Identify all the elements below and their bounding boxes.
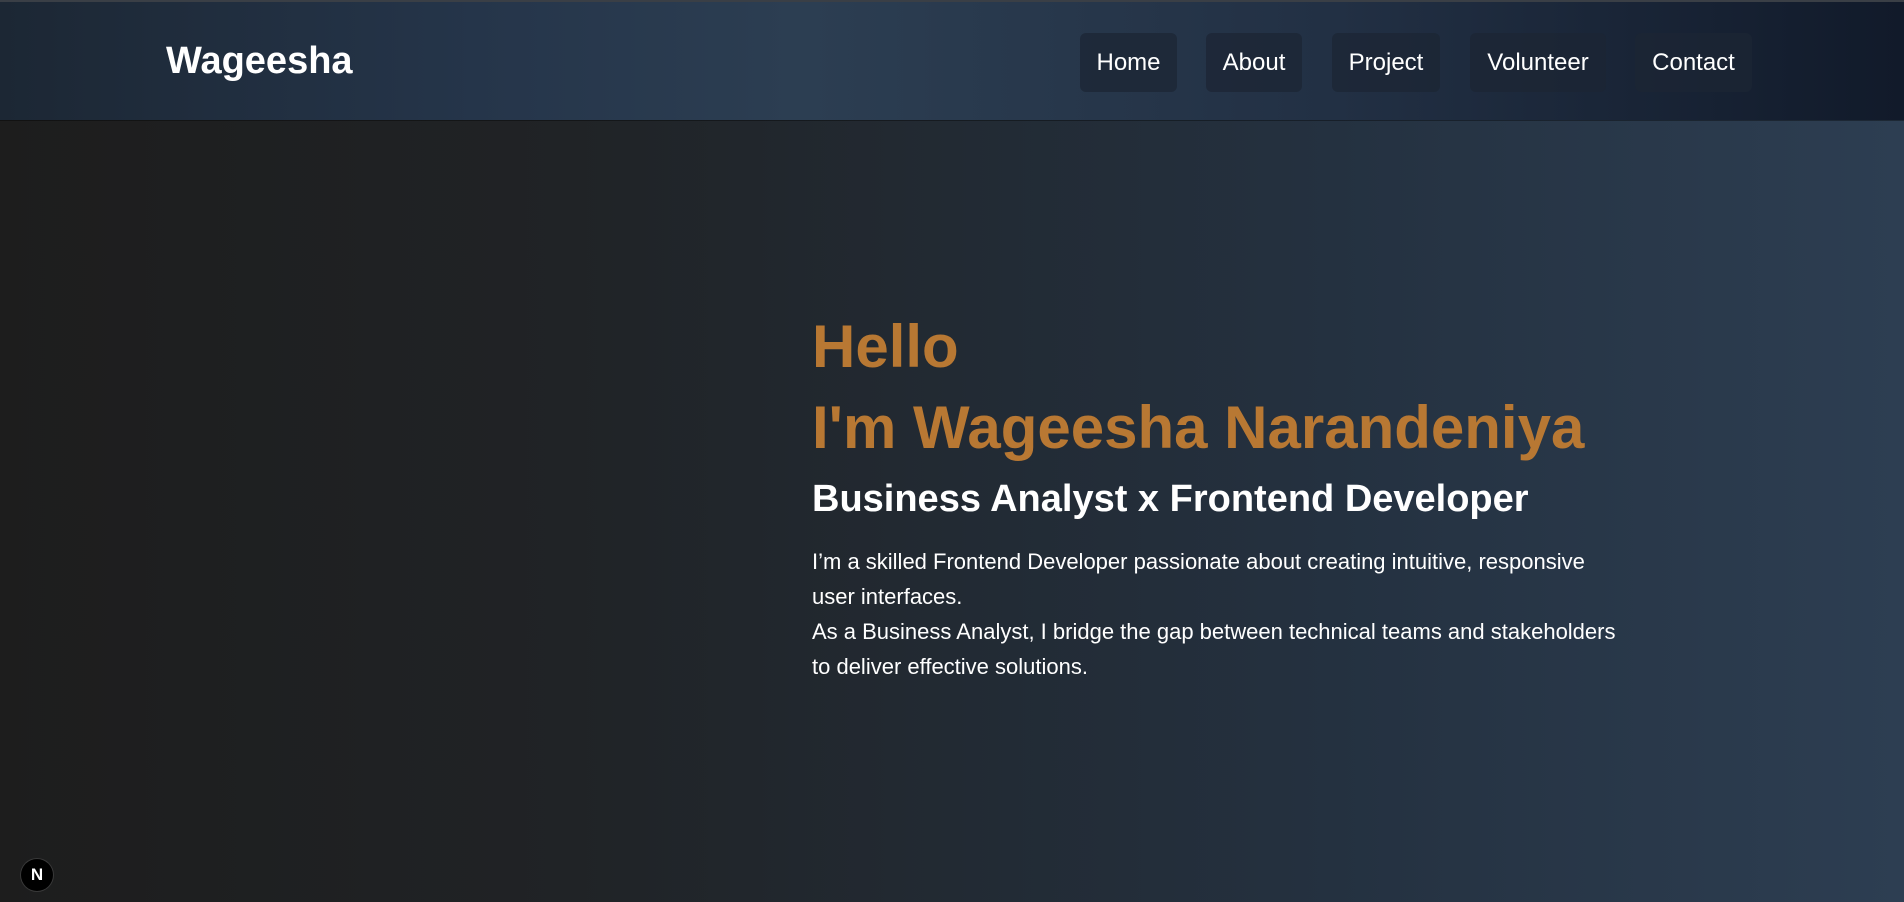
navbar: Wageesha Home About Project Volunteer Co… (0, 2, 1904, 120)
hero-description-line: As a Business Analyst, I bridge the gap … (812, 619, 1616, 679)
hero-description-line: I’m a skilled Frontend Developer passion… (812, 549, 1585, 609)
hero-greeting: Hello (812, 313, 959, 380)
site-logo[interactable]: Wageesha (166, 38, 353, 84)
nav-about[interactable]: About (1206, 33, 1302, 92)
hero-description: I’m a skilled Frontend Developer passion… (812, 544, 1622, 684)
nav-volunteer[interactable]: Volunteer (1470, 33, 1606, 92)
nav-home[interactable]: Home (1080, 33, 1177, 92)
nav-contact[interactable]: Contact (1635, 33, 1752, 92)
nextjs-icon[interactable]: N (21, 859, 53, 891)
hero-role: Business Analyst x Frontend Developer (812, 478, 1529, 520)
hero-name: I'm Wageesha Narandeniya (812, 394, 1585, 461)
nav-project[interactable]: Project (1332, 33, 1440, 92)
